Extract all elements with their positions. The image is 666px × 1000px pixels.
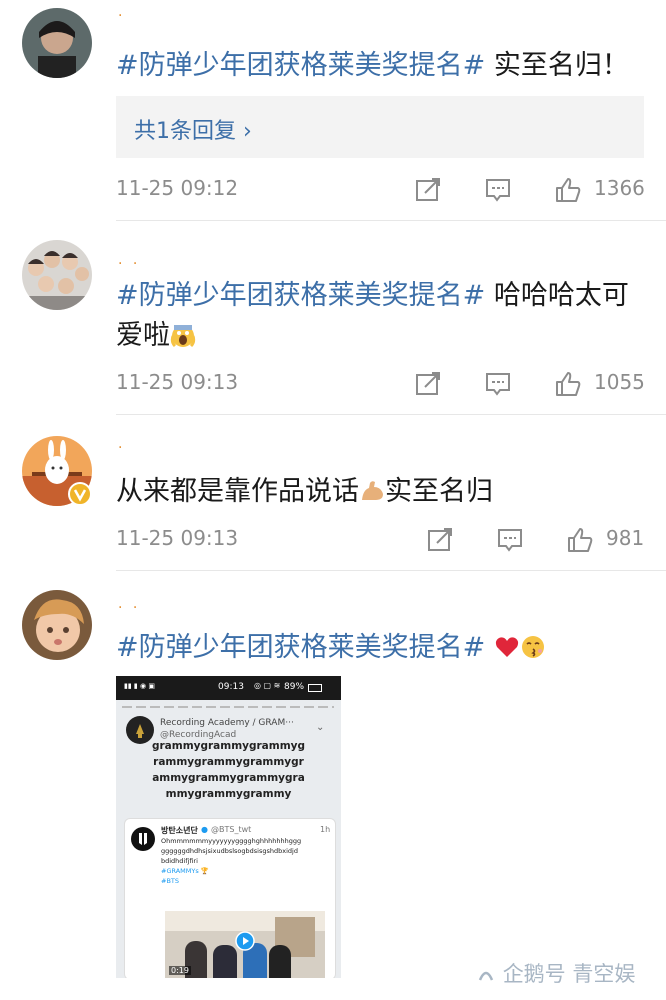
share-icon[interactable] <box>414 370 442 398</box>
hashtag-link[interactable]: #防弹少年团获格莱美奖提名# <box>116 50 485 81</box>
reply-box[interactable]: 共1条回复 › <box>116 96 644 158</box>
play-icon[interactable] <box>235 931 255 951</box>
hashtag-bts: #BTS <box>161 877 180 885</box>
red-heart-emoji-icon <box>495 637 518 657</box>
username-placeholder: · <box>118 8 126 24</box>
attached-screenshot-image[interactable]: ▮▮ ▮ ◉ ▣ 09:13 ◎ ▢ ≋ 89% Recording Acade… <box>116 676 341 978</box>
quote-line: bdidhdifjfiri <box>161 857 198 865</box>
screaming-face-emoji-icon <box>170 325 196 348</box>
like-icon[interactable] <box>566 526 594 554</box>
quote-handle: @BTS_twt <box>211 825 252 834</box>
tweet-text: grammygrammygrammyg rammygrammygrammygr … <box>136 738 321 802</box>
avatar[interactable] <box>22 590 92 660</box>
quote-time: 1h <box>320 825 331 834</box>
quote-text: Ohmmmmmmyyyyyyygggghghhhhhhhggg ggggggdh… <box>161 836 331 886</box>
progress-bar <box>122 706 334 708</box>
divider <box>116 414 666 415</box>
timestamp: 11-25 09:13 <box>116 370 239 394</box>
hashtag-link[interactable]: #防弹少年团获格莱美奖提名# <box>116 632 485 663</box>
wifi-icon: ◎ ▢ ≋ <box>254 681 281 690</box>
quote-line: ggggggdhdhsjsixudbslsogbdsisgshdbxidjd <box>161 847 298 855</box>
bts-logo-avatar <box>131 827 155 851</box>
watermark: 企鹅号 青空娱 <box>476 958 635 988</box>
reply-count-link[interactable]: 共1条回复 › <box>134 113 252 145</box>
account-name: Recording Academy / GRAM··· <box>160 718 294 728</box>
comment-icon[interactable] <box>484 370 512 398</box>
comment-icon[interactable] <box>496 526 524 554</box>
watermark-text: 企鹅号 青空娱 <box>502 962 636 986</box>
quote-name: 방탄소년단 <box>161 826 198 835</box>
status-time: 09:13 <box>218 682 244 692</box>
like-icon[interactable] <box>554 370 582 398</box>
username-placeholder: · · <box>118 600 141 616</box>
hashtag-link[interactable]: #防弹少年团获格莱美奖提名# <box>116 280 485 311</box>
phone-status-bar: ▮▮ ▮ ◉ ▣ 09:13 ◎ ▢ ≋ 89% <box>116 676 341 700</box>
timestamp: 11-25 09:12 <box>116 176 239 200</box>
flexed-biceps-emoji-icon <box>362 481 383 500</box>
comment-body: 哈哈哈太可 <box>485 280 629 311</box>
like-count: 981 <box>606 526 645 550</box>
battery-level: 89% <box>284 682 305 692</box>
tweet-line: grammygrammygrammyg <box>151 740 306 752</box>
avatar[interactable] <box>22 240 92 310</box>
quoted-tweet: 방탄소년단 ● @BTS_twt 1h Ohmmmmmmyyyyyyyggggh… <box>124 818 336 978</box>
kissing-face-emoji-icon <box>521 636 544 658</box>
comment-text: #防弹少年团获格莱美奖提名# 哈哈哈太可 爱啦 <box>116 276 642 356</box>
battery-icon <box>308 684 322 692</box>
comment-text: #防弹少年团获格莱美奖提名# <box>116 628 642 668</box>
verified-icon: ● <box>201 825 208 834</box>
divider <box>116 570 666 571</box>
timestamp: 11-25 09:13 <box>116 526 239 550</box>
comment-body-tail: 实至名归 <box>385 476 493 507</box>
comment-meta: 11-25 09:13 1055 <box>116 368 646 402</box>
comment-body: 从来都是靠作品说话 <box>116 476 359 507</box>
quote-line: Ohmmmmmmyyyyyyygggghghhhhhhhggg <box>161 837 302 845</box>
comment-text: #防弹少年团获格莱美奖提名# 实至名归！ <box>116 46 642 86</box>
hashtag-grammys: #GRAMMYs 🏆 <box>161 867 209 875</box>
verified-badge-icon <box>68 482 92 506</box>
tweet-line: rammygrammygrammygr <box>153 756 304 768</box>
video-thumbnail[interactable]: 0:19 <box>165 911 325 978</box>
tweet-line: mmygrammygrammy <box>165 788 292 800</box>
penguin-logo-icon <box>478 971 494 981</box>
avatar[interactable] <box>22 8 92 78</box>
like-count: 1366 <box>594 176 645 200</box>
share-icon[interactable] <box>414 176 442 204</box>
username-placeholder: · <box>118 440 126 456</box>
comment-body-continued: 爱啦 <box>116 320 170 351</box>
comment-meta: 11-25 09:12 1366 <box>116 174 646 208</box>
tweet-line: ammygrammygrammygra <box>152 772 305 784</box>
comment-meta: 11-25 09:13 981 <box>116 524 646 558</box>
like-count: 1055 <box>594 370 645 394</box>
comment-text: 从来都是靠作品说话 实至名归 <box>116 472 642 512</box>
share-icon[interactable] <box>426 526 454 554</box>
trophy-icon: 🏆 <box>200 867 209 875</box>
divider <box>116 220 666 221</box>
like-icon[interactable] <box>554 176 582 204</box>
video-duration: 0:19 <box>169 966 191 975</box>
signal-icon: ▮▮ ▮ ◉ ▣ <box>124 682 155 690</box>
comment-icon[interactable] <box>484 176 512 204</box>
chevron-down-icon: ⌄ <box>316 722 325 733</box>
username-placeholder: · · <box>118 256 141 272</box>
comment-body: 实至名归！ <box>485 50 629 81</box>
